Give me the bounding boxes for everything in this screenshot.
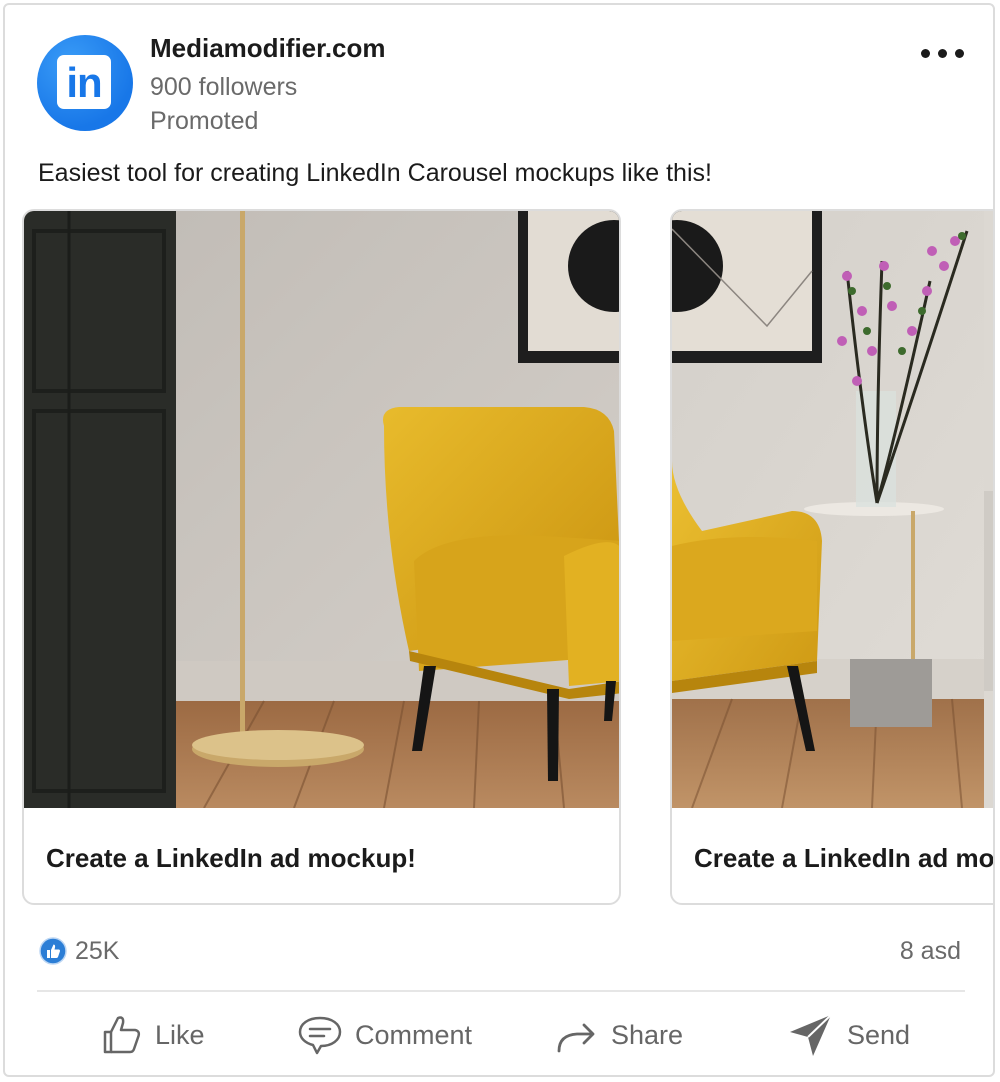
share-label: Share [611, 1019, 684, 1050]
company-avatar[interactable]: in [37, 35, 133, 131]
comment-label: Comment [355, 1019, 473, 1050]
post-caption: Easiest tool for creating LinkedIn Carou… [38, 159, 712, 187]
carousel-image-yellow-armchair [24, 211, 619, 808]
more-dot-icon [921, 49, 930, 58]
company-name[interactable]: Mediamodifier.com [150, 33, 386, 64]
carousel-card-title[interactable]: Create a LinkedIn ad mo [694, 843, 993, 874]
actions-divider [37, 990, 965, 992]
send-label: Send [847, 1019, 911, 1050]
carousel-card-title[interactable]: Create a LinkedIn ad mockup! [46, 843, 416, 874]
follower-count: 900 followers [150, 73, 298, 101]
like-reaction-icon[interactable] [39, 937, 67, 965]
carousel-image-armchair-vase [672, 211, 993, 808]
reaction-count[interactable]: 25K [75, 937, 119, 966]
carousel-card[interactable]: Create a LinkedIn ad mo [670, 209, 993, 905]
promoted-label: Promoted [150, 107, 259, 135]
carousel-card[interactable]: Create a LinkedIn ad mockup! [22, 209, 621, 905]
like-icon [103, 1016, 141, 1054]
like-label: Like [155, 1019, 205, 1050]
more-dot-icon [955, 49, 964, 58]
more-dot-icon [938, 49, 947, 58]
send-button[interactable]: Send [787, 1010, 910, 1060]
like-button[interactable]: Like [101, 1010, 205, 1060]
comment-button[interactable]: Comment [297, 1010, 472, 1060]
comment-icon [298, 1016, 342, 1055]
linkedin-logo-icon: in [57, 55, 111, 109]
more-options-button[interactable] [917, 41, 967, 65]
post-meta[interactable]: 8 asd [900, 937, 961, 966]
share-icon [557, 1023, 595, 1053]
share-button[interactable]: Share [555, 1010, 683, 1060]
linkedin-post-card: in Mediamodifier.com 900 followers Promo… [3, 3, 995, 1077]
send-icon [790, 1014, 832, 1056]
